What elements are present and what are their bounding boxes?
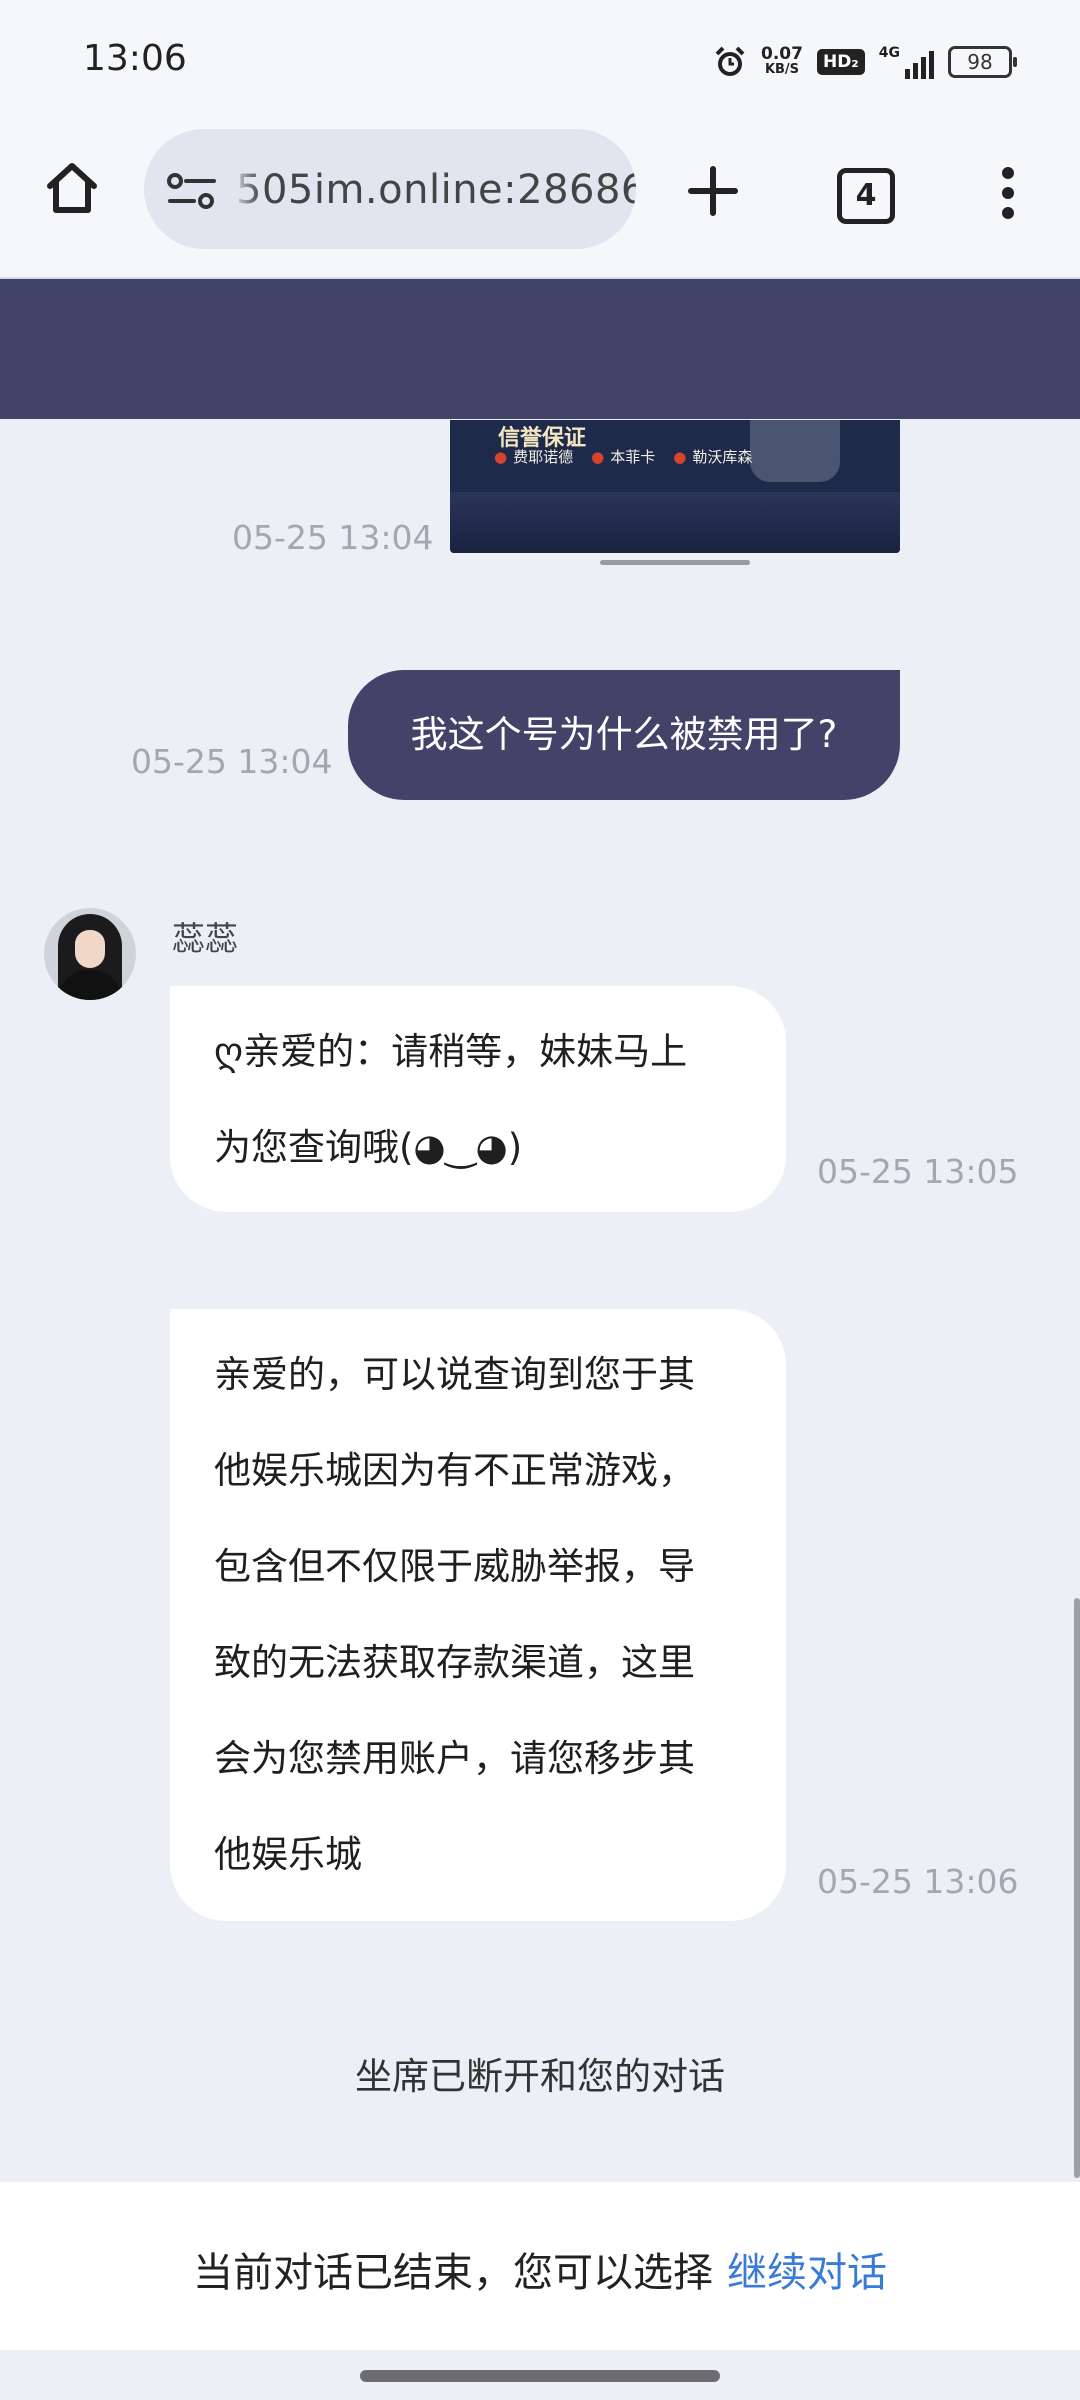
agent-avatar[interactable] bbox=[44, 908, 136, 1000]
status-icons: 0.07 KB/S HD₂ 4G 98 bbox=[713, 40, 1017, 84]
agent-name: 蕊蕊 bbox=[172, 919, 238, 958]
footer-text: 当前对话已结束，您可以选择 继续对话 bbox=[0, 2240, 1080, 2298]
message-line: ღ亲爱的：请稍等，妹妹马上 bbox=[214, 1030, 688, 1073]
address-bar[interactable]: 505im.online:28686 bbox=[144, 129, 636, 249]
hd-badge: HD₂ bbox=[816, 49, 865, 75]
browser-toolbar: 505im.online:28686 4 bbox=[0, 125, 1080, 279]
chat-scrollbar[interactable] bbox=[1074, 1598, 1080, 2178]
tab-switcher-button[interactable]: 4 bbox=[837, 168, 895, 224]
status-bar: 13:06 0.07 KB/S HD₂ 4G 98 bbox=[0, 0, 1080, 125]
message-timestamp: 05-25 13:04 bbox=[232, 518, 434, 557]
url-fade bbox=[232, 129, 260, 249]
status-time: 13:06 bbox=[83, 38, 187, 79]
message-timestamp: 05-25 13:06 bbox=[817, 1862, 1019, 1901]
system-navigation-bar bbox=[0, 2350, 1080, 2400]
network-speed: 0.07 KB/S bbox=[761, 44, 803, 78]
message-timestamp: 05-25 13:05 bbox=[817, 1152, 1019, 1191]
new-tab-icon[interactable] bbox=[685, 163, 741, 219]
message-line: 他娱乐城因为有不正常游戏， bbox=[214, 1449, 695, 1492]
agent-message-bubble[interactable]: ღ亲爱的：请稍等，妹妹马上 为您查询哦(◕‿◕) bbox=[170, 986, 786, 1212]
message-line: 亲爱的，可以说查询到您于其 bbox=[214, 1353, 695, 1396]
home-icon[interactable] bbox=[42, 158, 102, 218]
agent-message-bubble[interactable]: 亲爱的，可以说查询到您于其 他娱乐城因为有不正常游戏， 包含但不仅限于威胁举报，… bbox=[170, 1309, 786, 1921]
message-line: 包含但不仅限于威胁举报，导 bbox=[214, 1545, 695, 1588]
message-line: 他娱乐城 bbox=[214, 1833, 362, 1876]
image-message[interactable]: 信誉保证 费耶诺德 本菲卡 勒沃库森 bbox=[450, 420, 900, 553]
message-line: 会为您禁用账户，请您移步其 bbox=[214, 1737, 695, 1780]
continue-chat-link[interactable]: 继续对话 bbox=[727, 2250, 887, 2296]
user-message-bubble[interactable]: 我这个号为什么被禁用了? bbox=[348, 670, 900, 800]
footer-message: 当前对话已结束，您可以选择 bbox=[193, 2250, 713, 2296]
image-stadium bbox=[450, 492, 900, 553]
image-team-list: 费耶诺德 本菲卡 勒沃库森 bbox=[494, 446, 752, 467]
more-menu-icon[interactable] bbox=[994, 163, 1022, 223]
signal-icon: 4G bbox=[879, 45, 934, 79]
message-line: 为您查询哦(◕‿◕) bbox=[214, 1126, 523, 1169]
gesture-handle[interactable] bbox=[360, 2370, 720, 2382]
image-team: 费耶诺德 bbox=[494, 446, 573, 467]
image-team: 本菲卡 bbox=[591, 446, 655, 467]
alarm-icon bbox=[715, 46, 745, 76]
site-settings-icon[interactable] bbox=[166, 171, 218, 211]
image-team: 勒沃库森 bbox=[673, 446, 752, 467]
chat-footer: 当前对话已结束，您可以选择 继续对话 bbox=[0, 2182, 1080, 2350]
message-timestamp: 05-25 13:04 bbox=[131, 742, 333, 781]
chat-header bbox=[0, 279, 1080, 419]
system-notice: 坐席已断开和您的对话 bbox=[355, 2055, 725, 2098]
chat-messages[interactable]: 信誉保证 费耶诺德 本菲卡 勒沃库森 05-25 13:04 05-25 13:… bbox=[0, 420, 1080, 2182]
image-figure bbox=[750, 420, 840, 482]
image-scroll-indicator bbox=[600, 560, 750, 565]
message-line: 致的无法获取存款渠道，这里 bbox=[214, 1641, 695, 1684]
battery-indicator: 98 bbox=[948, 46, 1017, 78]
url-text[interactable]: 505im.online:28686 bbox=[236, 167, 636, 213]
